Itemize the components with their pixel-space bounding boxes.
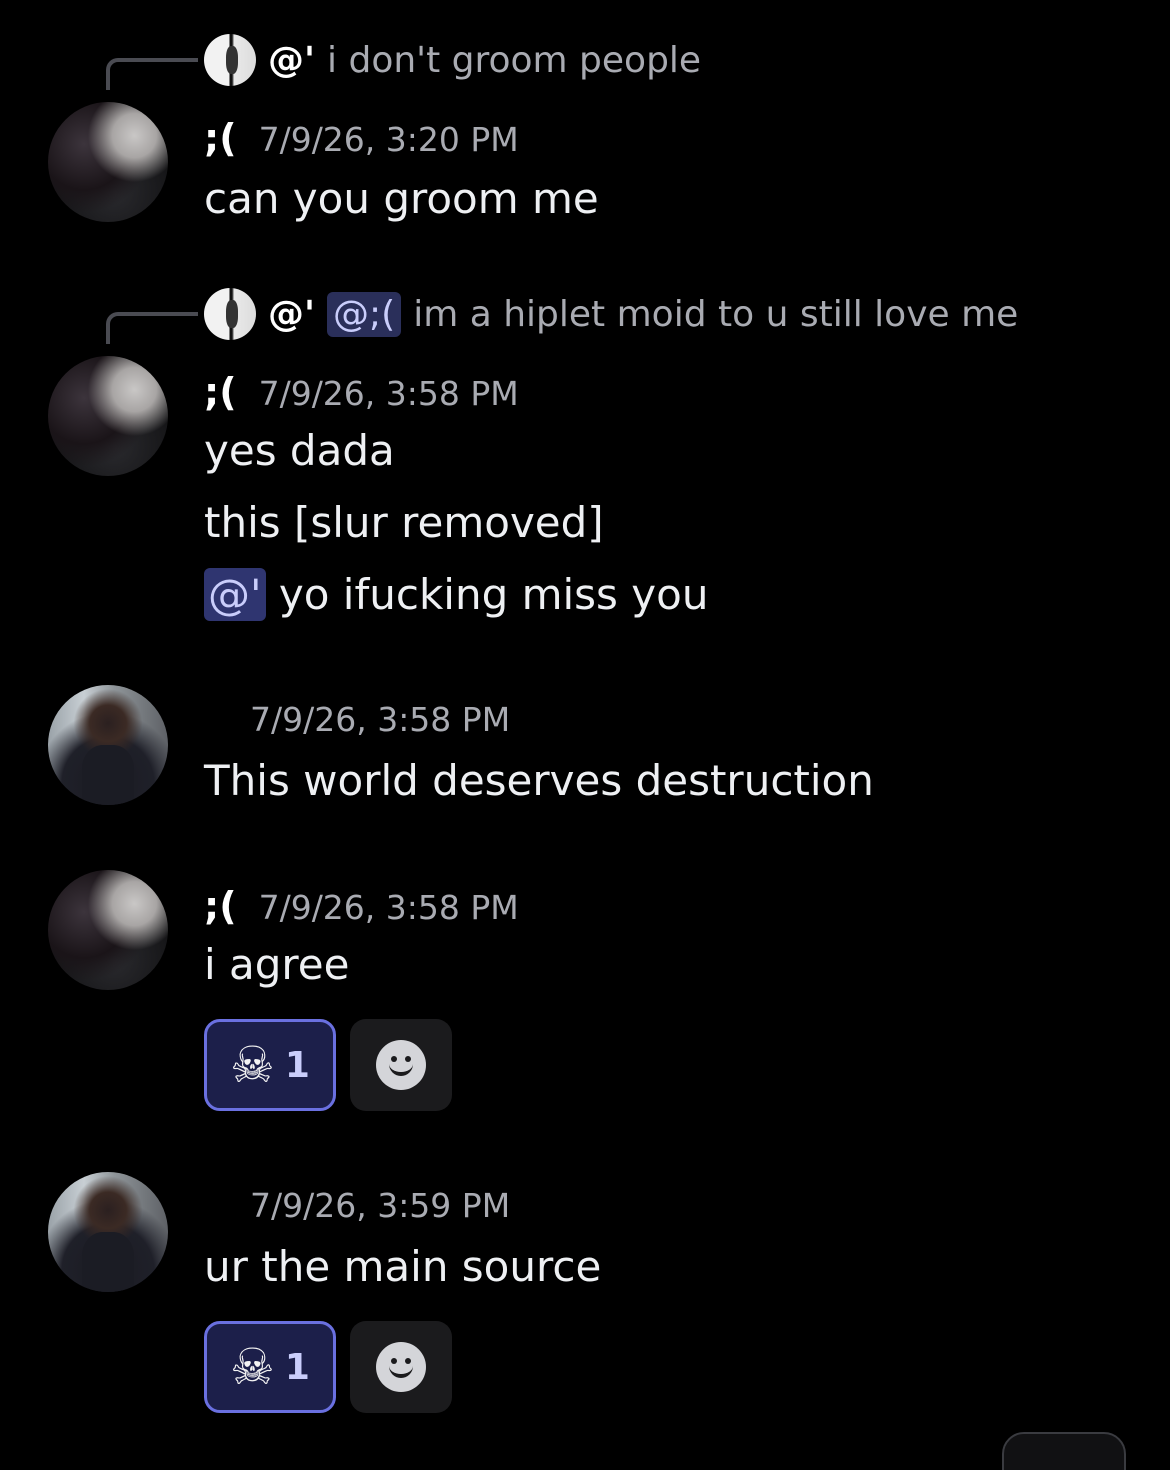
reply-preview[interactable]: @' @;( im a hiplet moid to u still love … xyxy=(204,288,1018,340)
message-header: 7/9/26, 3:58 PM xyxy=(204,700,510,739)
reaction-count: 1 xyxy=(284,1044,310,1086)
author-name[interactable]: ;( xyxy=(204,370,237,414)
reply-preview[interactable]: @' i don't groom people xyxy=(204,34,701,86)
message-header: ;( 7/9/26, 3:58 PM xyxy=(204,370,519,414)
reply-author: @' xyxy=(268,293,316,335)
avatar[interactable] xyxy=(48,870,168,990)
skull-icon: ☠ xyxy=(230,1338,275,1396)
reaction-skull[interactable]: ☠ 1 xyxy=(204,1019,336,1111)
reply-avatar xyxy=(204,34,256,86)
avatar[interactable] xyxy=(48,356,168,476)
reply-text: im a hiplet moid to u still love me xyxy=(413,293,1019,335)
message-text: yes dada xyxy=(204,426,395,475)
add-reaction-button[interactable] xyxy=(350,1019,452,1111)
timestamp: 7/9/26, 3:58 PM xyxy=(250,700,511,739)
smiley-face-icon xyxy=(376,1040,426,1090)
timestamp: 7/9/26, 3:58 PM xyxy=(258,888,519,927)
message-text: ur the main source xyxy=(204,1242,602,1291)
smiley-face-icon xyxy=(376,1342,426,1392)
message-header: 7/9/26, 3:59 PM xyxy=(204,1186,510,1225)
reply-mention: @;( xyxy=(327,291,402,337)
message-text: this [slur removed] xyxy=(204,498,604,547)
message-text: @' yo ifucking miss you xyxy=(204,568,709,621)
message-text: can you groom me xyxy=(204,174,599,223)
reply-avatar xyxy=(204,288,256,340)
author-name[interactable]: ;( xyxy=(204,884,237,928)
author-name[interactable]: ;( xyxy=(204,116,237,160)
message-text: This world deserves destruction xyxy=(204,756,874,805)
timestamp: 7/9/26, 3:58 PM xyxy=(258,374,519,413)
reaction-count: 1 xyxy=(284,1346,310,1388)
reply-connector xyxy=(106,58,198,90)
avatar[interactable] xyxy=(48,102,168,222)
chat-view: @' i don't groom people ;( 7/9/26, 3:20 … xyxy=(0,0,1170,1470)
avatar[interactable] xyxy=(48,1172,168,1292)
timestamp: 7/9/26, 3:20 PM xyxy=(258,120,519,159)
reaction-skull[interactable]: ☠ 1 xyxy=(204,1321,336,1413)
message-header: ;( 7/9/26, 3:20 PM xyxy=(204,116,519,160)
user-mention[interactable]: @' xyxy=(204,568,266,621)
add-reaction-button[interactable] xyxy=(350,1321,452,1413)
timestamp: 7/9/26, 3:59 PM xyxy=(250,1186,511,1225)
skull-icon: ☠ xyxy=(230,1036,275,1094)
reply-author: @' xyxy=(268,39,316,81)
reply-connector xyxy=(106,312,198,344)
mention-line-text: yo ifucking miss you xyxy=(265,570,709,619)
message-text: i agree xyxy=(204,940,350,989)
jump-button[interactable] xyxy=(1002,1432,1126,1470)
message-header: ;( 7/9/26, 3:58 PM xyxy=(204,884,519,928)
reply-text: i don't groom people xyxy=(327,39,702,81)
avatar[interactable] xyxy=(48,685,168,805)
